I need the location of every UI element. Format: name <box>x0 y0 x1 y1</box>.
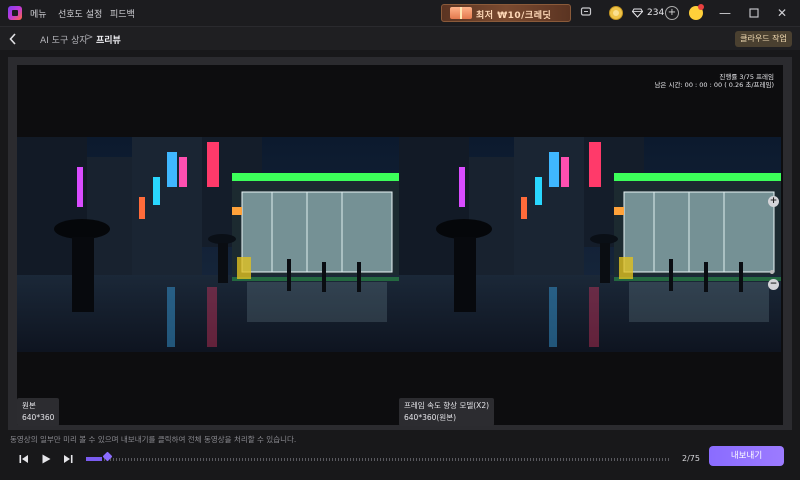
promo-text: 최저 ₩10/크레딧 <box>476 11 552 21</box>
previous-frame-icon[interactable] <box>17 452 31 466</box>
maximize-icon[interactable] <box>745 4 763 22</box>
timeline-track <box>86 458 669 461</box>
credit-count: 234 <box>647 8 665 18</box>
diamond-icon <box>632 8 643 18</box>
zoom-slider-handle[interactable] <box>770 270 774 274</box>
breadcrumb-parent[interactable]: AI 도구 상자 <box>40 33 88 46</box>
zoom-out-button[interactable]: − <box>768 279 779 290</box>
close-icon[interactable]: ✕ <box>773 4 791 22</box>
frame-counter: 2/75 <box>682 454 700 463</box>
menu-item-menu[interactable]: 메뉴 <box>30 7 47 20</box>
menu-item-feedback[interactable]: 피드백 <box>110 7 135 20</box>
cloud-task-button[interactable]: 클라우드 작업 <box>735 31 792 47</box>
breadcrumb-current: 프리뷰 <box>96 36 121 46</box>
title-bar: 메뉴 선호도 설정 피드백 최저 ₩10/크레딧 234 + — ✕ <box>0 0 800 26</box>
timeline-progress <box>86 457 102 461</box>
breadcrumb-separator: > <box>85 32 94 43</box>
breadcrumb: AI 도구 상자 > 프리뷰 클라우드 작업 <box>0 26 800 50</box>
preview-hint: 동영상의 일부만 미리 볼 수 있으며 내보내기를 클릭하여 전체 동영상을 처… <box>10 435 297 444</box>
menu-item-preferences[interactable]: 선호도 설정 <box>58 7 102 20</box>
original-label-title: 원본 <box>22 401 36 410</box>
chat-icon[interactable] <box>579 6 593 20</box>
original-label-resolution: 640*360 <box>22 413 55 422</box>
enhanced-label-title: 프레임 속도 향상 모델(X2) <box>404 401 490 410</box>
play-icon[interactable] <box>39 452 53 466</box>
original-label: 원본 640*360 <box>17 398 60 426</box>
enhanced-label: 프레임 속도 향상 모델(X2) 640*360(원본) <box>399 398 495 426</box>
export-button[interactable]: 내보내기 <box>709 446 784 466</box>
credit-balance[interactable]: 234 <box>632 6 664 20</box>
back-icon[interactable] <box>9 32 21 46</box>
promo-banner[interactable]: 최저 ₩10/크레딧 <box>441 4 571 22</box>
enhanced-label-resolution: 640*360(원본) <box>404 413 457 422</box>
original-video-frame <box>17 137 399 352</box>
app-logo <box>8 6 22 20</box>
zoom-in-button[interactable]: + <box>768 196 779 207</box>
next-frame-icon[interactable] <box>61 452 75 466</box>
coin-icon[interactable] <box>609 6 623 20</box>
remaining-time-text: 남은 시간: 00 : 00 : 00 ( 0.26 초/프레임) <box>654 81 774 89</box>
add-credits-button[interactable]: + <box>665 6 679 20</box>
progress-info: 진행률 3/75 프레임 남은 시간: 00 : 00 : 00 ( 0.26 … <box>654 73 774 89</box>
timeline-scrubber[interactable] <box>86 451 669 462</box>
gift-icon <box>450 7 472 19</box>
enhanced-video-frame <box>399 137 781 352</box>
avatar[interactable] <box>689 4 704 20</box>
minimize-icon[interactable]: — <box>716 4 734 22</box>
frame-progress-text: 진행률 3/75 프레임 <box>719 73 774 81</box>
